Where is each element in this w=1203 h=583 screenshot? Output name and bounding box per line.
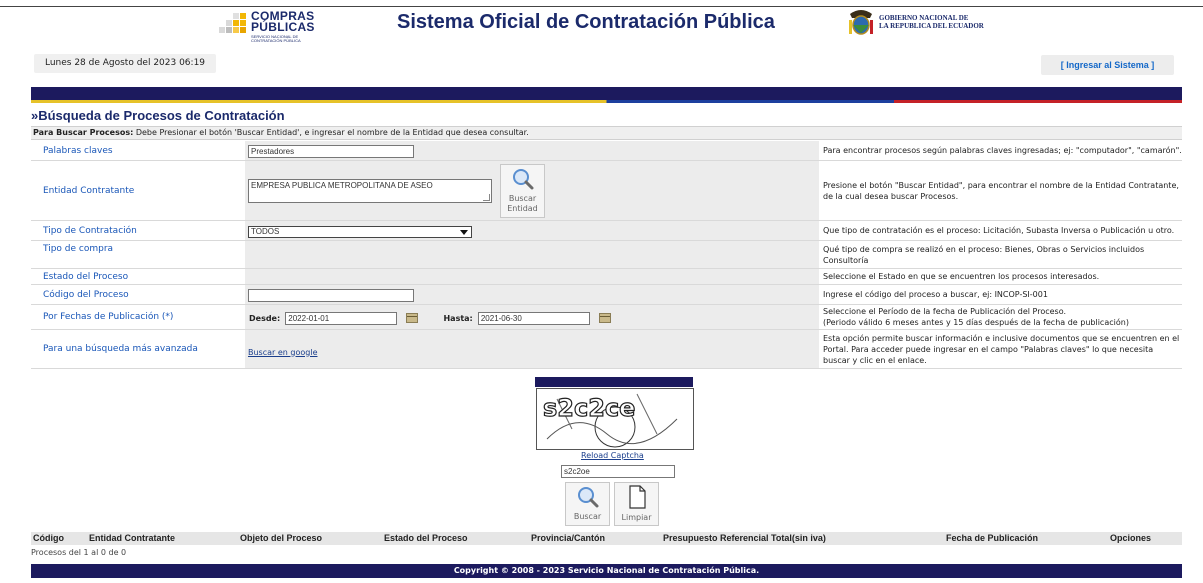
entity-label: Entidad Contratante [31, 160, 245, 221]
footer-copyright: Copyright © 2008 - 2023 Servicio Naciona… [31, 564, 1182, 578]
captcha-input[interactable]: s2c2oe [561, 465, 675, 478]
code-help: Ingrese el código del proceso a buscar, … [819, 284, 1182, 305]
to-date-input[interactable]: 2021-06-30 [477, 311, 590, 325]
from-date-label: Desde: [249, 313, 281, 323]
blank-document-icon [628, 485, 646, 509]
column-header: Presupuesto Referencial Total(sin iva) [663, 533, 826, 543]
compras-publicas-logo: COMPRAS PÚBLICAS SERVICIO NACIONAL DE CO… [219, 9, 321, 43]
section-title: »Búsqueda de Procesos de Contratación [31, 108, 285, 123]
column-header: Opciones [1110, 533, 1152, 543]
calendar-icon[interactable] [406, 313, 419, 323]
status-help: Seleccione el Estado en que se encuentre… [819, 268, 1182, 285]
advanced-search-help: Esta opción permite buscar información e… [819, 329, 1182, 369]
logo-tagline: SERVICIO NACIONAL DE CONTRATACIÓN PÚBLIC… [251, 34, 301, 43]
purchase-type-help: Qué tipo de compra se realizó en el proc… [819, 240, 1182, 269]
contract-type-help: Que tipo de contratación es el proceso: … [819, 220, 1182, 241]
magnifier-icon [577, 487, 598, 508]
captcha-image: s2c2ce [536, 388, 694, 450]
keywords-input[interactable]: Prestadores [248, 145, 414, 158]
code-label: Código del Proceso [31, 284, 245, 305]
search-button[interactable]: Buscar [565, 482, 610, 526]
purchase-type-label: Tipo de compra [31, 240, 245, 269]
page-title: Sistema Oficial de Contratación Pública [397, 11, 775, 33]
navigation-bar [31, 87, 1182, 100]
results-header: Código Entidad Contratante Objeto del Pr… [31, 532, 1182, 545]
magnifier-icon [512, 168, 533, 189]
entity-help: Presione el botón "Buscar Entidad", para… [819, 160, 1182, 221]
results-count: Procesos del 1 al 0 de 0 [31, 548, 127, 557]
keywords-help: Para encontrar procesos según palabras c… [819, 141, 1182, 161]
government-label: GOBIERNO NACIONAL DE LA REPUBLICA DEL EC… [879, 14, 984, 30]
contract-type-value: TODOS [251, 226, 280, 236]
login-button[interactable]: [ Ingresar al Sistema ] [1041, 55, 1174, 75]
entity-value: EMPRESA PUBLICA METROPOLITANA DE ASEO [251, 180, 433, 190]
flag-stripe [31, 100, 1182, 103]
search-entity-button[interactable]: Buscar Entidad [500, 163, 545, 218]
search-instructions: Para Buscar Procesos: Debe Presionar el … [31, 126, 1182, 140]
search-button-label: Buscar [573, 512, 602, 521]
column-header: Fecha de Publicación [946, 533, 1039, 543]
clear-button-label: Limpiar [621, 513, 652, 522]
instruction-label: Para Buscar Procesos: [33, 128, 134, 137]
entity-textarea[interactable]: EMPRESA PUBLICA METROPOLITANA DE ASEO [248, 178, 492, 203]
code-input[interactable] [248, 289, 414, 302]
captcha-text: s2c2ce [543, 394, 635, 422]
chevron-down-icon [460, 229, 468, 235]
dates-help-line1: Seleccione el Período de la fecha de Pub… [823, 307, 1067, 316]
search-entity-label-1: Buscar [508, 193, 537, 203]
keywords-label: Palabras claves [31, 141, 245, 161]
calendar-icon[interactable] [598, 313, 611, 323]
dates-help-line2: (Periodo válido 6 meses antes y 15 días … [823, 318, 1129, 327]
resize-grip-icon[interactable] [483, 193, 490, 201]
dates-label: Por Fechas de Publicación (*) [31, 304, 245, 330]
gov-line1: GOBIERNO NACIONAL DE [879, 14, 969, 22]
status-label: Estado del Proceso [31, 268, 245, 285]
search-entity-label-2: Entidad [507, 203, 538, 213]
column-header: Estado del Proceso [384, 533, 468, 543]
to-date-label: Hasta: [443, 313, 473, 323]
column-header: Entidad Contratante [89, 533, 176, 543]
ecuador-seal-icon [848, 8, 874, 38]
advanced-search-label: Para una búsqueda más avanzada [31, 329, 245, 369]
column-header: Provincia/Cantón [531, 533, 606, 543]
top-border-line [0, 6, 1203, 7]
contract-type-label: Tipo de Contratación [31, 220, 245, 241]
google-search-link[interactable]: Buscar en google [248, 348, 317, 357]
dates-help: Seleccione el Período de la fecha de Pub… [819, 304, 1182, 330]
instruction-text: Debe Presionar el botón 'Buscar Entidad'… [133, 128, 529, 137]
search-form: Palabras claves Prestadores Para encontr… [31, 141, 1182, 369]
from-date-input[interactable]: 2022-01-01 [285, 311, 398, 325]
logo-line2: PÚBLICAS [251, 20, 315, 34]
column-header: Objeto del Proceso [240, 533, 323, 543]
contract-type-select[interactable]: TODOS [248, 225, 472, 238]
reload-captcha-link[interactable]: Reload Captcha [581, 451, 644, 461]
gov-line2: LA REPUBLICA DEL ECUADOR [879, 22, 984, 30]
captcha-header-bar [535, 377, 693, 387]
current-date: Lunes 28 de Agosto del 2023 06:19 [34, 54, 216, 73]
clear-button[interactable]: Limpiar [614, 482, 659, 526]
column-header: Código [33, 533, 64, 543]
